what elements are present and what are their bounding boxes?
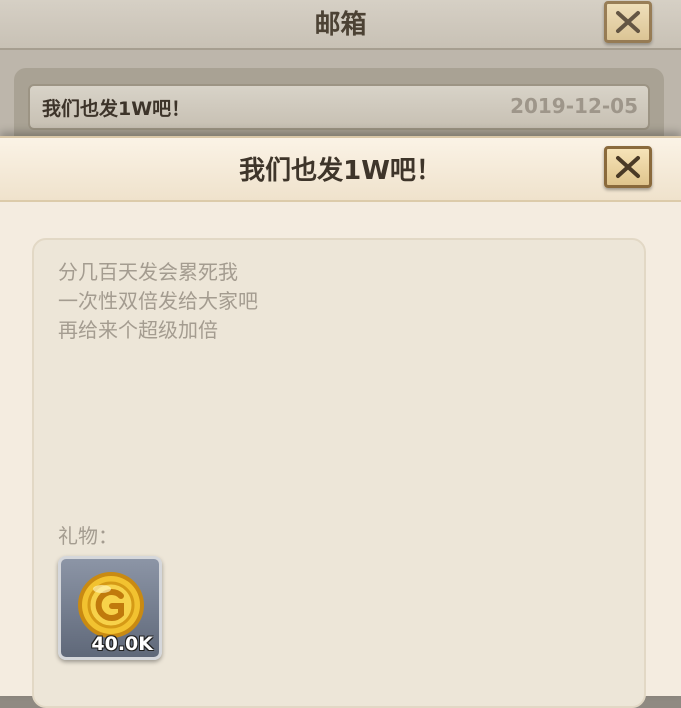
- message-line: 一次性双倍发给大家吧: [58, 289, 258, 313]
- mailbox-close-button[interactable]: [604, 1, 652, 43]
- mail-message: 分几百天发会累死我 一次性双倍发给大家吧 再给来个超级加倍: [58, 258, 258, 345]
- close-icon: [616, 156, 640, 178]
- mail-date: 2019-12-05: [510, 94, 638, 118]
- gift-item-slot[interactable]: 40.0K: [58, 556, 162, 660]
- gold-coin-icon: [78, 572, 144, 638]
- popup-title: 我们也发1W吧！: [239, 156, 442, 186]
- mail-subject: 我们也发1W吧！: [42, 98, 191, 120]
- gift-label: 礼物：: [58, 524, 118, 548]
- gift-quantity: 40.0K: [91, 633, 153, 655]
- message-line: 再给来个超级加倍: [58, 318, 218, 342]
- mailbox-title: 邮箱: [314, 10, 367, 40]
- mail-detail-popup: 我们也发1W吧！ 分几百天发会累死我 一次性双倍发给大家吧 再给来个超级加倍 礼…: [0, 136, 681, 708]
- mail-list-item[interactable]: 我们也发1W吧！ 2019-12-05: [28, 84, 650, 130]
- mailbox-header: 邮箱: [0, 0, 681, 50]
- close-icon: [616, 11, 640, 33]
- message-line: 分几百天发会累死我: [58, 260, 238, 284]
- mail-content-box: 分几百天发会累死我 一次性双倍发给大家吧 再给来个超级加倍 礼物： 40.0K: [32, 238, 646, 708]
- popup-close-button[interactable]: [604, 146, 652, 188]
- popup-header: 我们也发1W吧！: [0, 138, 681, 202]
